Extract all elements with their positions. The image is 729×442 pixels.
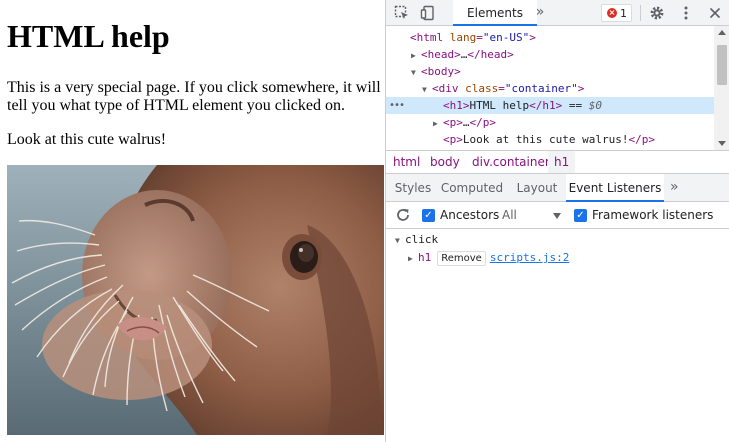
expand-triangle-icon[interactable]: ▶ bbox=[411, 47, 421, 64]
collapse-triangle-icon[interactable]: ▼ bbox=[411, 64, 421, 81]
ancestors-label: Ancestors bbox=[440, 208, 500, 222]
dom-token: > bbox=[529, 31, 536, 44]
dom-node[interactable]: <p>Look at this cute walrus!</p> bbox=[386, 131, 714, 148]
error-icon: × bbox=[607, 8, 617, 18]
dom-token: <head> bbox=[421, 48, 461, 61]
device-toolbar-icon[interactable] bbox=[419, 4, 437, 22]
expand-triangle-icon[interactable]: ▶ bbox=[433, 115, 443, 132]
framework-listeners-checkbox[interactable]: ✓ bbox=[574, 209, 587, 222]
event-listeners-toolbar: ✓ Ancestors All ✓ Framework listeners bbox=[386, 202, 729, 229]
dom-token: = bbox=[498, 82, 505, 95]
dom-tree: <html lang="en-US"> ▶ <head>…</head> ▼ <body… bbox=[386, 26, 729, 150]
crumb-html[interactable]: html bbox=[387, 151, 426, 173]
crumb-body[interactable]: body bbox=[424, 151, 466, 173]
dom-token: class bbox=[465, 82, 499, 95]
remove-listener-button[interactable]: Remove bbox=[437, 250, 486, 266]
event-type: click bbox=[405, 233, 439, 246]
tab-layout[interactable]: Layout bbox=[511, 174, 563, 202]
dom-token: <p> bbox=[443, 116, 463, 129]
tab-styles[interactable]: Styles bbox=[389, 174, 437, 202]
close-icon[interactable] bbox=[706, 4, 724, 22]
intro-paragraph[interactable]: This is a very special page. If you clic… bbox=[7, 79, 382, 115]
breadcrumb: html body div.container h1 bbox=[386, 150, 729, 174]
dom-token: "en-US" bbox=[482, 31, 530, 44]
crumb-div-container[interactable]: div.container bbox=[466, 151, 556, 173]
scroll-down-icon[interactable] bbox=[718, 141, 726, 146]
more-sidebar-tabs-button[interactable]: » bbox=[670, 174, 679, 202]
dom-token: <h1> bbox=[443, 99, 470, 112]
dom-token: <html bbox=[410, 31, 450, 44]
crumb-h1[interactable]: h1 bbox=[548, 151, 576, 173]
listener-entry[interactable]: ▶ h1 Remove scripts.js:2 bbox=[408, 249, 569, 267]
tab-event-listeners[interactable]: Event Listeners bbox=[566, 174, 664, 202]
dom-node[interactable]: ▼ <body> bbox=[386, 63, 714, 80]
dom-token: Look at this cute walrus! bbox=[462, 133, 629, 146]
dom-node[interactable]: ▶ <head>…</head> bbox=[386, 46, 714, 63]
collapse-triangle-icon[interactable]: ▼ bbox=[422, 81, 432, 98]
dom-token: … bbox=[462, 116, 470, 129]
dom-token: lang bbox=[449, 31, 477, 44]
dom-token: </p> bbox=[628, 133, 655, 146]
scrollbar-thumb[interactable] bbox=[717, 45, 727, 85]
gear-icon[interactable] bbox=[648, 4, 666, 22]
dom-token: </head> bbox=[467, 48, 514, 61]
toolbar-divider bbox=[640, 5, 641, 21]
inspect-element-icon[interactable] bbox=[393, 4, 411, 22]
ancestors-checkbox[interactable]: ✓ bbox=[422, 209, 435, 222]
framework-listeners-label: Framework listeners bbox=[592, 208, 714, 222]
dom-token: <div bbox=[432, 82, 466, 95]
dom-token: > bbox=[577, 82, 585, 95]
dom-token: </h1> bbox=[529, 99, 563, 112]
more-tabs-button[interactable]: » bbox=[533, 0, 547, 26]
node-actions-icon[interactable]: ••• bbox=[389, 97, 405, 114]
refresh-icon[interactable] bbox=[395, 207, 411, 223]
dom-node[interactable]: ▶ <p>…</p> bbox=[386, 114, 714, 131]
collapse-triangle-icon[interactable]: ▶ bbox=[408, 250, 418, 268]
dom-token: "container" bbox=[504, 82, 578, 95]
page-heading[interactable]: HTML help bbox=[7, 18, 170, 55]
dom-token: <p> bbox=[443, 133, 463, 146]
sidebar-tabs: Styles Computed Layout Event Listeners » bbox=[386, 174, 729, 202]
dom-token: </p> bbox=[469, 116, 497, 129]
source-link[interactable]: scripts.js:2 bbox=[490, 251, 569, 264]
listener-type-select[interactable]: All bbox=[502, 202, 517, 229]
dom-node[interactable]: ▼ <div class="container"> bbox=[386, 80, 714, 97]
devtools-toolbar: Elements » × 1 bbox=[386, 0, 729, 26]
walrus-photo[interactable] bbox=[7, 165, 384, 435]
error-count: 1 bbox=[620, 6, 627, 20]
dom-token: HTML help bbox=[469, 99, 530, 112]
dom-token: $0 bbox=[588, 99, 602, 112]
web-page: HTML help This is a very special page. I… bbox=[0, 0, 385, 442]
dom-token: = bbox=[476, 31, 483, 44]
scroll-up-icon[interactable] bbox=[718, 30, 726, 35]
expand-triangle-icon[interactable]: ▼ bbox=[395, 232, 405, 250]
dom-tree-scrollbar[interactable] bbox=[714, 26, 729, 150]
tab-computed[interactable]: Computed bbox=[439, 174, 505, 202]
tab-elements[interactable]: Elements bbox=[453, 0, 537, 26]
error-count-badge[interactable]: × 1 bbox=[601, 4, 632, 22]
kebab-menu-icon[interactable] bbox=[677, 4, 695, 22]
listener-group-click[interactable]: ▼ click bbox=[395, 231, 438, 249]
devtools-panel: Elements » × 1 <html lang="en-US"> ▶ <head… bbox=[385, 0, 729, 442]
walrus-caption[interactable]: Look at this cute walrus! bbox=[7, 131, 166, 149]
listener-element: h1 bbox=[418, 251, 432, 264]
dom-node[interactable]: <html lang="en-US"> bbox=[386, 29, 714, 46]
dom-token: <body> bbox=[421, 65, 461, 78]
dom-token: == bbox=[562, 99, 589, 112]
dom-node[interactable]: <h1>HTML help</h1> == $0 ••• bbox=[386, 97, 714, 114]
chevron-down-icon[interactable] bbox=[553, 213, 561, 219]
